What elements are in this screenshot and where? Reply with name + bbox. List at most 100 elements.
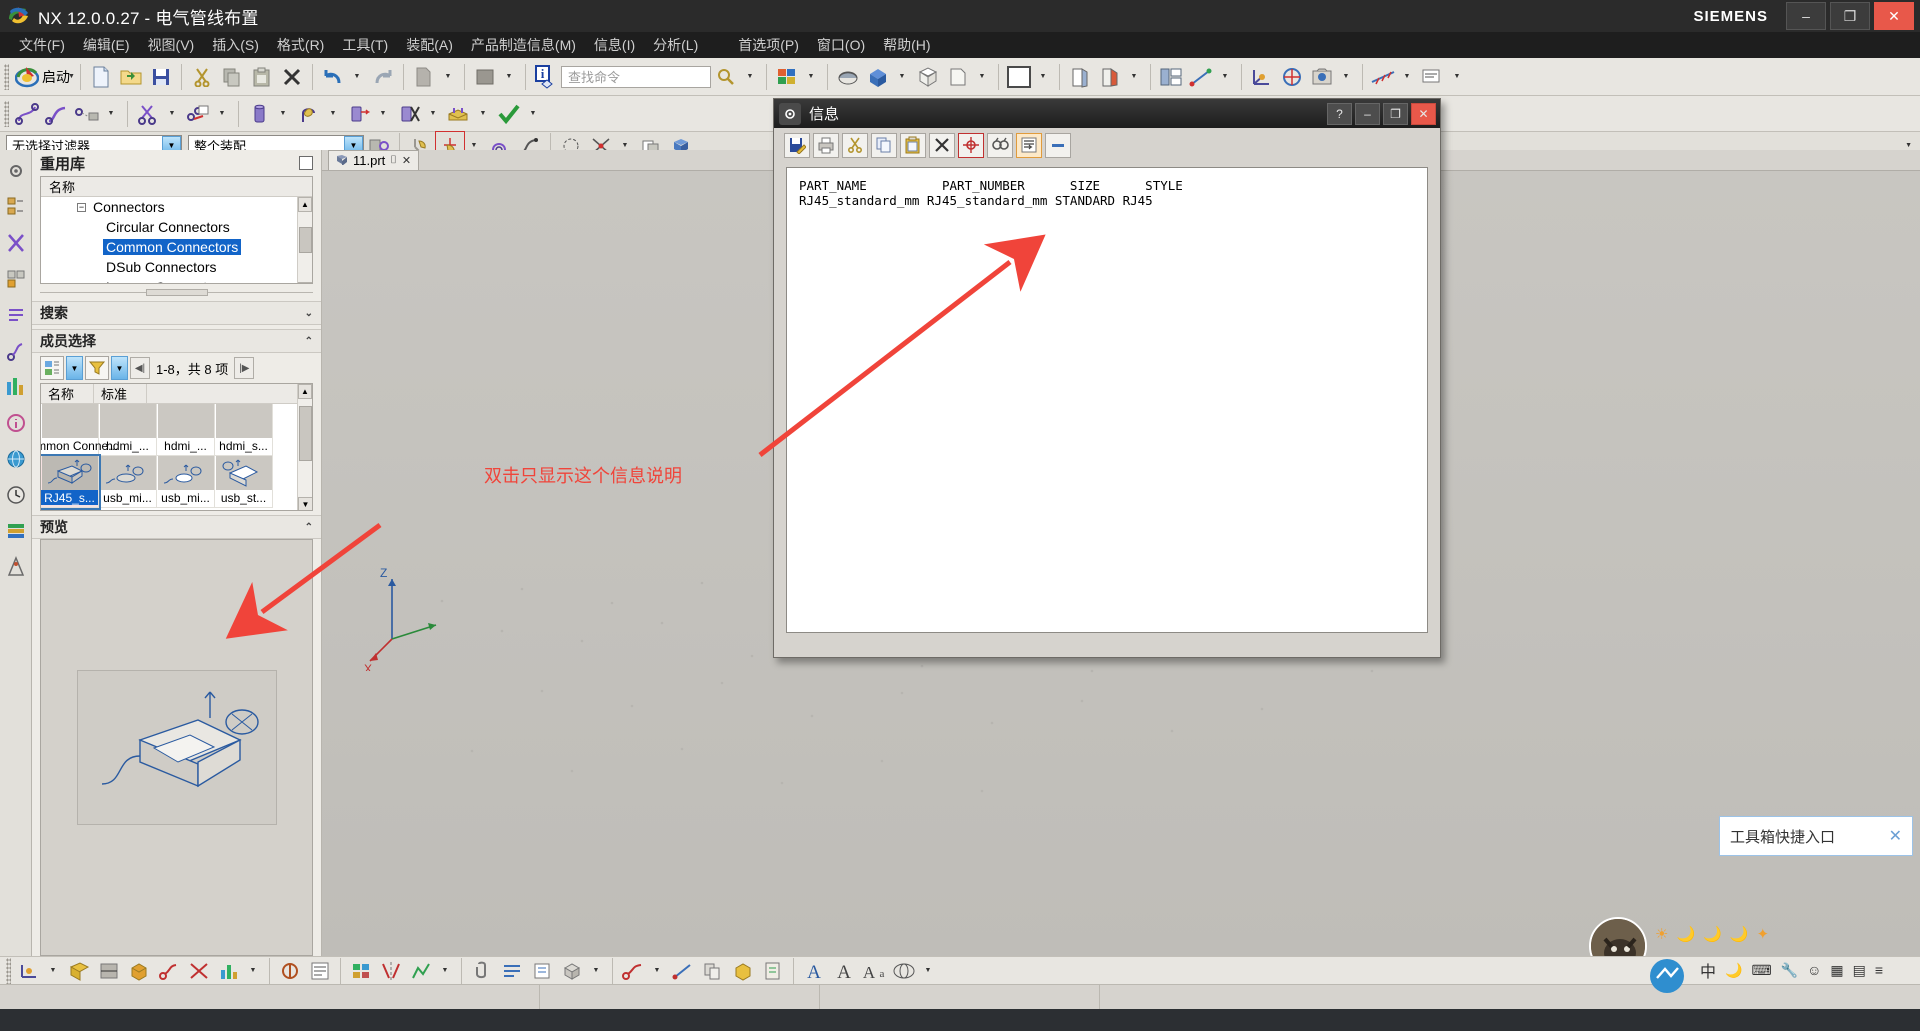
ime-tools-icon[interactable]: 🔧	[1781, 962, 1798, 979]
tree-node-connectors[interactable]: − Connectors	[41, 197, 312, 217]
wcs-dropdown-icon[interactable]: ▼	[42, 956, 64, 986]
next-page-button[interactable]: |▶	[234, 357, 255, 379]
clip-icon[interactable]	[467, 956, 497, 986]
extrude-icon[interactable]	[124, 956, 154, 986]
section-line-icon[interactable]	[497, 956, 527, 986]
wrap-text-icon[interactable]	[1016, 132, 1042, 158]
snapshot-dropdown-icon[interactable]: ▼	[1335, 62, 1357, 92]
wireframe-dropdown-icon[interactable]: ▼	[971, 62, 993, 92]
copy-icon[interactable]	[871, 132, 897, 158]
grid-col-standard[interactable]: 标准	[94, 384, 147, 403]
clip-section-icon[interactable]	[1095, 62, 1125, 92]
page-icon[interactable]	[409, 62, 439, 92]
start-menu-icon[interactable]	[12, 62, 42, 92]
view-mode-dropdown-icon[interactable]: ▼	[66, 356, 83, 380]
routing-toolbar-grip[interactable]	[4, 100, 9, 127]
routing-path-icon[interactable]	[618, 956, 648, 986]
part-tab-close-icon[interactable]: ✕	[402, 154, 411, 167]
assembly-navigator-icon[interactable]	[1156, 62, 1186, 92]
route-path-icon[interactable]	[12, 99, 42, 129]
text-a-icon[interactable]: A	[799, 956, 829, 986]
route-segment-icon[interactable]	[72, 99, 102, 129]
stock-icon[interactable]	[244, 99, 274, 129]
close-icon[interactable]: ✕	[1889, 826, 1902, 846]
window-pane-dropdown-icon[interactable]: ▼	[498, 62, 520, 92]
matrix-icon[interactable]	[346, 956, 376, 986]
mirror-icon[interactable]	[376, 956, 406, 986]
shaded-edges-icon[interactable]	[913, 62, 943, 92]
moon-icon[interactable]: 🌙	[1730, 925, 1749, 943]
reuse-component-icon[interactable]	[275, 956, 305, 986]
find-command-search-icon[interactable]	[711, 62, 741, 92]
part-tab-11prt[interactable]: 11.prt ⌷ ✕	[328, 150, 420, 170]
annotation-dropdown-icon[interactable]: ▼	[1396, 62, 1418, 92]
toolbar-grip[interactable]	[4, 63, 9, 90]
datum-plane-icon[interactable]	[64, 956, 94, 986]
start-caret-icon[interactable]: ▼	[68, 73, 75, 80]
star-icon[interactable]: ✦	[1757, 925, 1770, 943]
menu-item-preferences[interactable]: 首选项(P)	[729, 35, 808, 55]
pattern-icon[interactable]	[184, 956, 214, 986]
splitter-thumb[interactable]	[145, 289, 208, 296]
view-mode-icon[interactable]	[40, 356, 64, 380]
chevron-up-icon[interactable]: ⌃	[305, 336, 313, 347]
rail-history-clock-icon[interactable]	[3, 480, 29, 510]
scroll-up-icon[interactable]: ▲	[298, 384, 312, 399]
assign-stock-icon[interactable]	[444, 99, 474, 129]
cut-icon[interactable]	[187, 62, 217, 92]
find-command-input[interactable]: 查找命令	[560, 65, 711, 88]
filter-icon[interactable]	[85, 356, 109, 380]
wcs-display-icon[interactable]	[14, 956, 44, 986]
visual-style-icon[interactable]	[889, 956, 919, 986]
graph-icon[interactable]	[406, 956, 436, 986]
part-list-icon[interactable]	[305, 956, 335, 986]
graph-dropdown-icon[interactable]: ▼	[434, 956, 456, 986]
dialog-close-button[interactable]: ✕	[1411, 102, 1436, 125]
connector-dropdown-icon[interactable]: ▼	[372, 99, 394, 129]
measure-icon[interactable]	[1186, 62, 1216, 92]
member-cell[interactable]: usb_mi...	[157, 456, 215, 508]
panel-splitter[interactable]	[40, 289, 313, 297]
member-grid-scrollbar[interactable]: ▲ ▼	[297, 384, 312, 510]
menu-item-help[interactable]: 帮助(H)	[874, 35, 939, 55]
note-icon[interactable]	[1418, 62, 1448, 92]
paste-icon[interactable]	[247, 62, 277, 92]
rail-palette-icon[interactable]	[3, 516, 29, 546]
filter-dropdown-icon[interactable]: ▼	[111, 356, 128, 380]
filterbar-overflow-icon[interactable]: ▼	[1905, 142, 1912, 149]
menu-item-assemblies[interactable]: 装配(A)	[397, 35, 462, 55]
disconnect-icon[interactable]	[394, 99, 424, 129]
menu-item-insert[interactable]: 插入(S)	[203, 35, 268, 55]
undo-icon[interactable]	[318, 62, 348, 92]
coordinate-system-icon[interactable]	[1247, 62, 1277, 92]
rail-system-info-icon[interactable]	[3, 408, 29, 438]
page-dropdown-icon[interactable]: ▼	[437, 62, 459, 92]
undo-dropdown-icon[interactable]: ▼	[346, 62, 368, 92]
scroll-up-icon[interactable]: ▲	[298, 197, 312, 212]
background-dropdown-icon[interactable]: ▼	[1032, 62, 1054, 92]
bend-icon[interactable]	[294, 99, 324, 129]
view-cube-icon[interactable]	[557, 956, 587, 986]
note-list-icon[interactable]	[527, 956, 557, 986]
connector-place-icon[interactable]	[344, 99, 374, 129]
routing-measure-icon[interactable]	[668, 956, 698, 986]
ime-emoji-icon[interactable]: ☺	[1807, 962, 1821, 978]
menu-item-information[interactable]: 信息(I)	[585, 35, 644, 55]
measure-dropdown-icon[interactable]: ▼	[1214, 62, 1236, 92]
information-dialog[interactable]: 信息 ? – ❐ ✕ PART_NAME PART_NUMBER SIZE ST…	[773, 98, 1441, 658]
stock-dropdown-icon[interactable]: ▼	[272, 99, 294, 129]
visual-style-dropdown-icon[interactable]: ▼	[917, 956, 939, 986]
routing-stock-icon[interactable]	[728, 956, 758, 986]
information-dialog-titlebar[interactable]: 信息 ? – ❐ ✕	[774, 99, 1440, 128]
moon-icon[interactable]: 🌙	[1676, 925, 1695, 943]
rail-assembly-navigator-icon[interactable]	[3, 192, 29, 222]
bend-dropdown-icon[interactable]: ▼	[322, 99, 344, 129]
ime-keyboard-icon[interactable]: ⌨	[1751, 962, 1771, 979]
tree-node-common-connectors[interactable]: Common Connectors	[41, 237, 312, 257]
member-cell[interactable]: hdmi_...	[157, 404, 215, 456]
scrollbar-thumb[interactable]	[299, 227, 312, 253]
reposition-icon[interactable]	[1277, 62, 1307, 92]
toolbox-shortcut-popup[interactable]: 工具箱快捷入口 ✕	[1719, 816, 1913, 856]
preview-section-header[interactable]: 预览 ⌃	[32, 515, 321, 539]
background-color-icon[interactable]	[1004, 62, 1034, 92]
